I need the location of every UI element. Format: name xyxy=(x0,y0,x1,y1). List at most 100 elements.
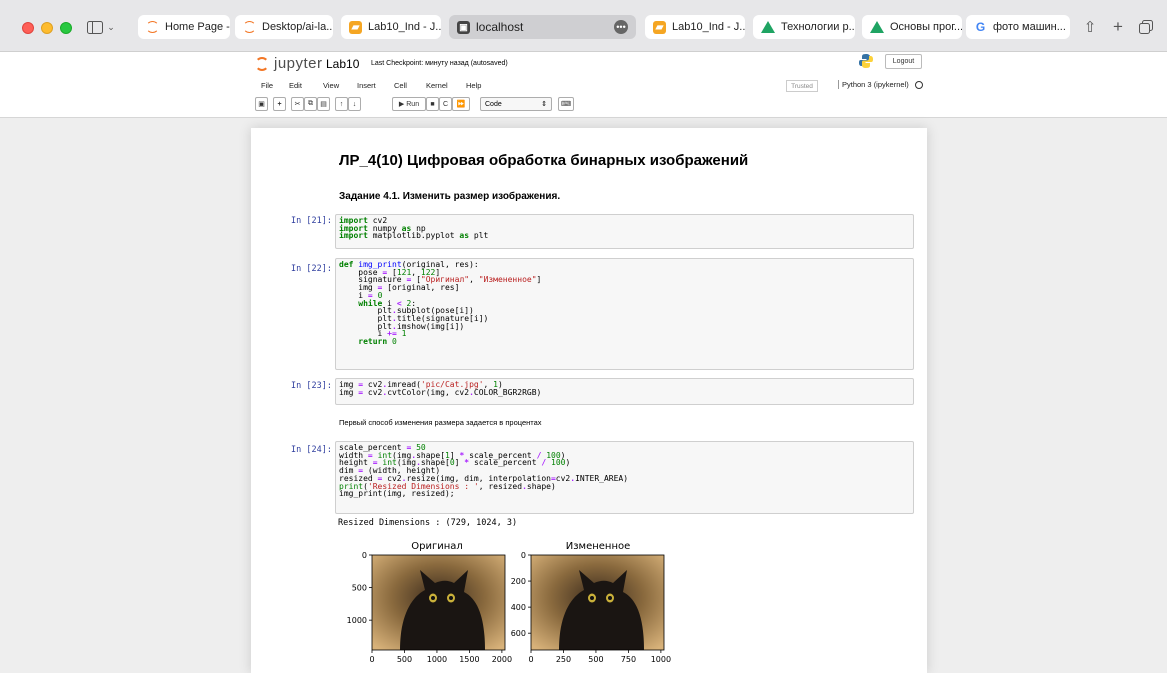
y-tick-label: 400 xyxy=(511,603,526,612)
logout-button[interactable]: Logout xyxy=(885,54,922,69)
tab-label: Lab10_Ind - J... xyxy=(368,21,441,33)
arrow-up-icon: ↑ xyxy=(339,100,344,108)
tab-3[interactable]: ▰ Lab10_Ind - J... xyxy=(341,15,441,39)
tab-label: localhost xyxy=(476,20,524,34)
y-tick-label: 0 xyxy=(521,551,526,560)
code-cell-21[interactable]: import cv2 import numpy as np import mat… xyxy=(335,214,914,249)
jupyter-logo-text: jupyter xyxy=(274,55,323,72)
tab-1[interactable]: Home Page -... xyxy=(138,15,230,39)
menu-edit[interactable]: Edit xyxy=(289,81,302,90)
lab-icon: ▰ xyxy=(349,20,362,34)
menu-help[interactable]: Help xyxy=(466,81,481,90)
sidebar-toggle-button[interactable]: ⌄ xyxy=(86,17,116,37)
arrow-down-icon: ↓ xyxy=(352,100,357,108)
tab-label: Основы прог... xyxy=(890,21,962,33)
tab-label: Desktop/ai-la... xyxy=(262,21,333,33)
run-button[interactable]: ▶ Run xyxy=(392,97,426,111)
cat-image-original xyxy=(372,555,505,650)
lab-icon: ▰ xyxy=(653,20,666,34)
y-tick-label: 500 xyxy=(352,584,367,593)
tab-2[interactable]: Desktop/ai-la... xyxy=(235,15,333,39)
x-tick-label: 500 xyxy=(588,655,603,664)
tab-overview-button[interactable] xyxy=(1136,17,1156,37)
menu-file[interactable]: File xyxy=(261,81,273,90)
tab-label: фото машин... xyxy=(993,21,1066,33)
x-tick-label: 250 xyxy=(556,655,571,664)
command-palette-button[interactable]: ⌨ xyxy=(558,97,574,111)
tab-localhost[interactable]: ▣ localhost ••• xyxy=(449,15,636,39)
x-tick-label: 1500 xyxy=(459,655,479,664)
more-icon[interactable]: ••• xyxy=(614,20,628,34)
notebook-name[interactable]: Lab10 xyxy=(326,57,359,71)
move-down-button[interactable]: ↓ xyxy=(348,97,361,111)
share-icon[interactable]: ⇧ xyxy=(1080,17,1100,37)
restart-button[interactable]: C xyxy=(439,97,452,111)
code-cell-22[interactable]: def img_print(original, res): pose = [12… xyxy=(335,258,914,370)
cell-prompt: In [23]: xyxy=(291,381,332,391)
subplot-resized: Измененное 0 250 500 750 1000 0 200 400 600 xyxy=(511,541,671,664)
subplot-original: Оригинал 0 500 1000 1500 2000 0 500 1000 xyxy=(347,541,512,664)
y-tick-label: 200 xyxy=(511,577,526,586)
chevron-down-icon: ⌄ xyxy=(107,21,115,32)
tab-6[interactable]: Технологии р... xyxy=(753,15,855,39)
save-icon: ▣ xyxy=(258,101,265,108)
sidebar-icon xyxy=(87,20,104,34)
code-cell-24[interactable]: scale_percent = 50 width = int(img.shape… xyxy=(335,441,914,514)
menu-insert[interactable]: Insert xyxy=(357,81,376,90)
cut-button[interactable]: ✂ xyxy=(291,97,304,111)
tab-5[interactable]: ▰ Lab10_Ind - J... xyxy=(645,15,745,39)
google-icon: G xyxy=(975,20,986,34)
output-figure: Оригинал 0 500 1000 1500 200005001000 Измене… xyxy=(347,541,671,664)
tab-7[interactable]: Основы прог... xyxy=(862,15,962,39)
updown-icon: ⇕ xyxy=(541,101,547,108)
menu-view[interactable]: View xyxy=(323,81,339,90)
page-title: ЛР_4(10) Цифровая обработка бинарных изо… xyxy=(339,152,749,169)
scissors-icon: ✂ xyxy=(294,101,301,108)
restart-icon: C xyxy=(442,100,449,108)
x-tick-label: 1000 xyxy=(651,655,671,664)
x-tick-label: 2000 xyxy=(492,655,512,664)
localhost-icon: ▣ xyxy=(457,20,470,34)
copy-button[interactable]: ⧉ xyxy=(304,97,317,111)
close-window-button[interactable] xyxy=(22,22,34,34)
checkpoint-status: Last Checkpoint: минуту назад (autosaved… xyxy=(371,60,508,67)
code-cell-23[interactable]: img = cv2.imread('pic/Cat.jpg', 1) img =… xyxy=(335,378,914,405)
tab-8[interactable]: G фото машин... xyxy=(966,15,1070,39)
x-tick-label: 0 xyxy=(369,655,374,664)
y-tick-label: 600 xyxy=(511,629,526,638)
copy-icon: ⧉ xyxy=(308,100,313,107)
cell-output-text: Resized Dimensions : (729, 1024, 3) xyxy=(338,518,518,528)
y-tick-label: 1000 xyxy=(347,616,367,625)
y-tick-label: 0 xyxy=(362,551,367,560)
kernel-status-icon xyxy=(915,81,923,89)
menu-kernel[interactable]: Kernel xyxy=(426,81,448,90)
jupyter-header xyxy=(0,52,1167,118)
cell-type-select[interactable]: Code ⇕ xyxy=(480,97,552,111)
x-tick-label: 0 xyxy=(528,655,533,664)
plus-icon: + xyxy=(277,100,282,108)
new-tab-icon[interactable]: + xyxy=(1108,17,1128,37)
jupyter-icon xyxy=(255,56,269,71)
subplot-title: Измененное xyxy=(566,541,631,552)
x-tick-label: 750 xyxy=(621,655,636,664)
browser-tab-bar: ⌄ Home Page -... Desktop/ai-la... ▰ Lab1… xyxy=(0,0,1167,52)
cell-type-value: Code xyxy=(485,100,502,108)
jupyter-logo[interactable]: jupyter xyxy=(255,55,323,72)
trusted-indicator[interactable]: Trusted xyxy=(786,80,818,92)
kernel-name[interactable]: Python 3 (ipykernel) xyxy=(838,80,909,89)
maximize-window-button[interactable] xyxy=(60,22,72,34)
stop-icon: ■ xyxy=(430,100,435,108)
minimize-window-button[interactable] xyxy=(41,22,53,34)
tab-label: Lab10_Ind - J... xyxy=(672,21,745,33)
menu-cell[interactable]: Cell xyxy=(394,81,407,90)
move-up-button[interactable]: ↑ xyxy=(335,97,348,111)
cat-image-resized xyxy=(531,555,664,650)
save-button[interactable]: ▣ xyxy=(255,97,268,111)
run-label: Run xyxy=(406,100,420,108)
cell-prompt: In [21]: xyxy=(291,216,332,226)
insert-cell-button[interactable]: + xyxy=(273,97,286,111)
drive-icon xyxy=(870,21,884,33)
paste-button[interactable]: ▤ xyxy=(317,97,330,111)
interrupt-button[interactable]: ■ xyxy=(426,97,439,111)
restart-run-all-button[interactable]: ⏩ xyxy=(452,97,470,111)
